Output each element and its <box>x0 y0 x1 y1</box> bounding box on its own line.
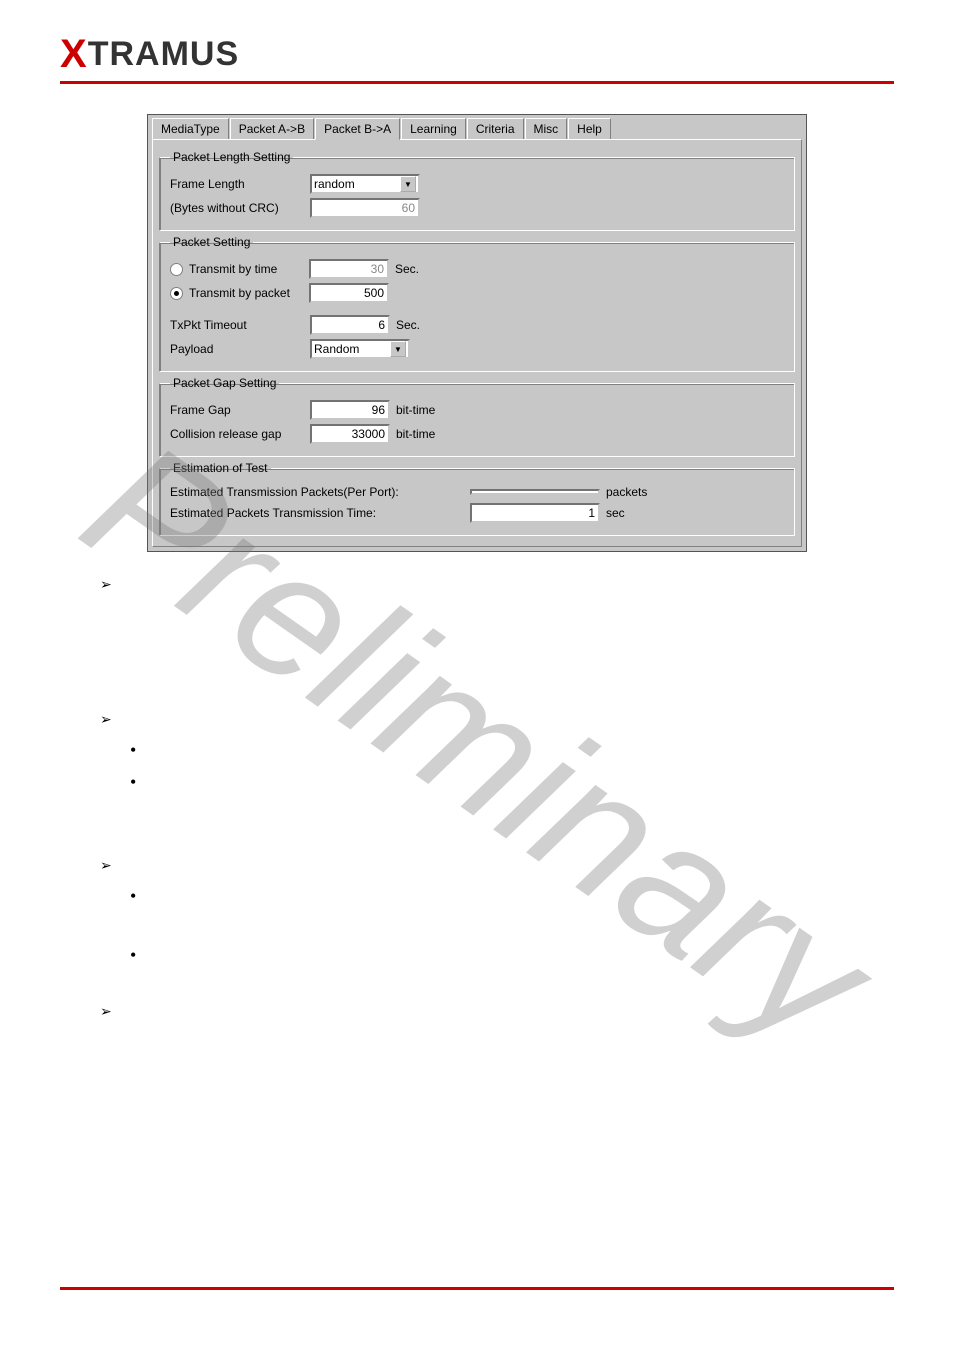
label-payload: Payload <box>170 342 310 356</box>
radio-transmit-by-packet[interactable] <box>170 287 183 300</box>
tab-packet-ba[interactable]: Packet B->A <box>315 118 400 140</box>
bullet-tri-icon: ➢ <box>100 578 112 593</box>
logo: XTRAMUS <box>60 30 894 75</box>
group-packet-length: Packet Length Setting Frame Length rando… <box>159 150 795 231</box>
legend-packet-gap: Packet Gap Setting <box>170 376 279 390</box>
tab-bar: MediaType Packet A->B Packet B->A Learni… <box>148 115 806 139</box>
label-est-packets: Estimated Transmission Packets(Per Port)… <box>170 485 470 499</box>
bullet-tri-icon: ➢ <box>100 1005 112 1020</box>
legend-estimation: Estimation of Test <box>170 461 271 475</box>
label-est-time: Estimated Packets Transmission Time: <box>170 506 470 520</box>
chevron-down-icon: ▼ <box>390 341 406 357</box>
group-packet-gap: Packet Gap Setting Frame Gap 96 bit-time… <box>159 376 795 457</box>
input-frame-gap[interactable]: 96 <box>310 400 390 420</box>
bullet-tri-icon: ➢ <box>100 713 112 728</box>
label-transmit-by-time: Transmit by time <box>189 262 309 276</box>
logo-text: TRAMUS <box>88 35 239 73</box>
input-bytes-no-crc: 60 <box>310 198 420 218</box>
label-txpkt-timeout: TxPkt Timeout <box>170 318 310 332</box>
input-transmit-packet[interactable]: 500 <box>309 283 389 303</box>
output-est-packets <box>470 489 600 495</box>
bullet-dot-icon: • <box>130 886 136 906</box>
select-payload-value: Random <box>314 342 359 356</box>
group-estimation: Estimation of Test Estimated Transmissio… <box>159 461 795 536</box>
label-bytes-no-crc: (Bytes without CRC) <box>170 201 310 215</box>
tab-misc[interactable]: Misc <box>525 118 568 139</box>
bullet-dot-icon: • <box>130 772 136 792</box>
unit-packets: packets <box>606 485 647 499</box>
group-packet-setting: Packet Setting Transmit by time 30 Sec. … <box>159 235 795 372</box>
input-transmit-time: 30 <box>309 259 389 279</box>
header-divider <box>60 81 894 84</box>
label-frame-gap: Frame Gap <box>170 403 310 417</box>
tab-panel: Packet Length Setting Frame Length rando… <box>152 139 802 547</box>
unit-bittime-2: bit-time <box>396 427 435 441</box>
tab-criteria[interactable]: Criteria <box>467 118 524 139</box>
select-payload[interactable]: Random ▼ <box>310 339 410 359</box>
input-txpkt-timeout[interactable]: 6 <box>310 315 390 335</box>
body-bullets: ➢ ➢ • • ➢ • • ➢ <box>100 572 874 1026</box>
legend-packet-setting: Packet Setting <box>170 235 253 249</box>
bullet-dot-icon: • <box>130 740 136 760</box>
bullet-tri-icon: ➢ <box>100 859 112 874</box>
input-collision-gap[interactable]: 33000 <box>310 424 390 444</box>
label-transmit-by-packet: Transmit by packet <box>189 286 309 300</box>
logo-x: X <box>60 32 88 77</box>
label-frame-length: Frame Length <box>170 177 310 191</box>
chevron-down-icon: ▼ <box>400 176 416 192</box>
tab-help[interactable]: Help <box>568 118 611 139</box>
unit-sec-2: Sec. <box>396 318 420 332</box>
label-collision-gap: Collision release gap <box>170 427 310 441</box>
unit-sec-1: Sec. <box>395 262 419 276</box>
dialog-screenshot: MediaType Packet A->B Packet B->A Learni… <box>147 114 807 552</box>
legend-packet-length: Packet Length Setting <box>170 150 293 164</box>
tab-packet-ab[interactable]: Packet A->B <box>230 118 314 139</box>
tab-mediatype[interactable]: MediaType <box>152 118 229 139</box>
select-frame-length[interactable]: random ▼ <box>310 174 420 194</box>
radio-transmit-by-time[interactable] <box>170 263 183 276</box>
bullet-dot-icon: • <box>130 945 136 965</box>
select-frame-length-value: random <box>314 177 355 191</box>
tab-learning[interactable]: Learning <box>401 118 466 139</box>
unit-sec-3: sec <box>606 506 625 520</box>
unit-bittime-1: bit-time <box>396 403 435 417</box>
footer-divider <box>60 1287 894 1290</box>
output-est-time: 1 <box>470 503 600 523</box>
